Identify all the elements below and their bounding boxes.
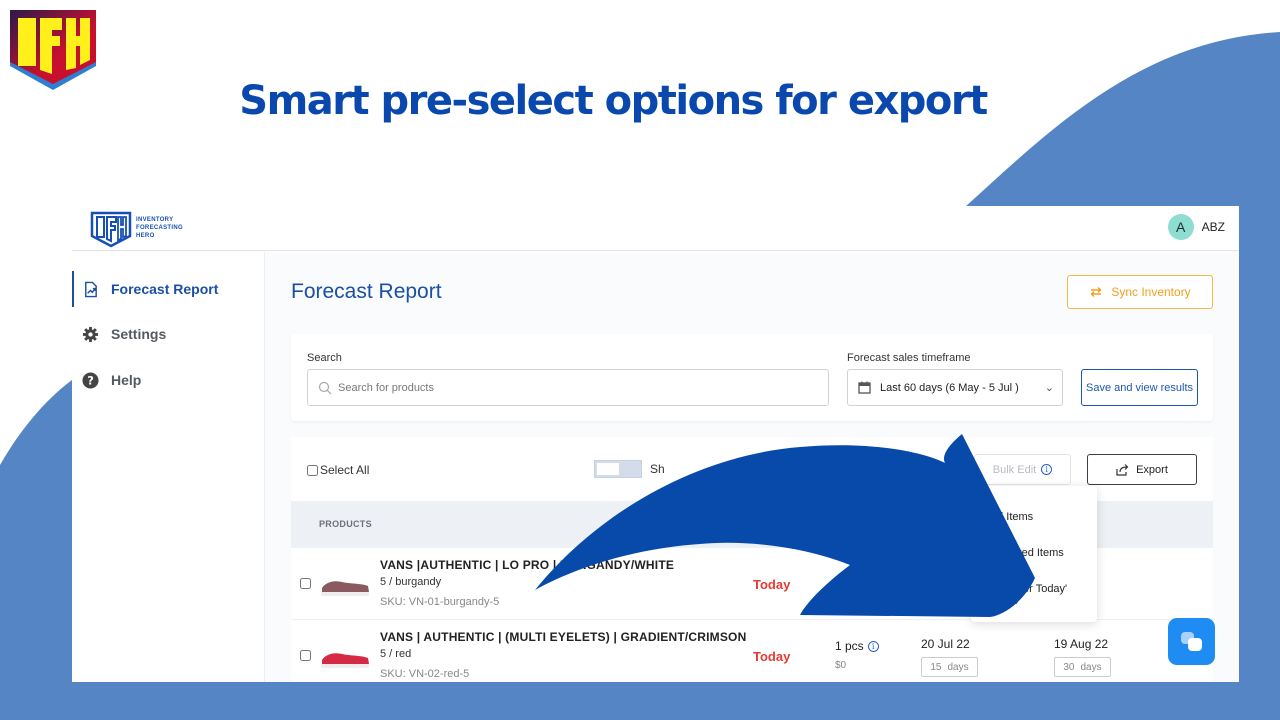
coverage-days-input[interactable]: 30 days: [1054, 657, 1111, 677]
header-reorder-deadline[interactable]: REORDER DEADLINE ↑: [753, 509, 810, 539]
header-products[interactable]: PRODUCTS: [319, 517, 372, 532]
row-checkbox[interactable]: [300, 578, 311, 589]
timeframe-select[interactable]: Last 60 days (6 May - 5 Jul ) ⌄: [847, 369, 1063, 406]
header-reorder-line2: DEADLINE: [753, 526, 802, 536]
product-sku: SKU: VN-01-burgandy-5: [380, 596, 500, 608]
select-all[interactable]: Select All: [307, 463, 369, 477]
product-variant: 5 / burgandy: [380, 576, 442, 588]
row-checkbox[interactable]: [300, 650, 311, 661]
filter-card: Search Forecast sales timeframe Last 60 …: [291, 334, 1213, 421]
toggle-knob: [597, 463, 619, 475]
top-bar: INVENTORY FORECASTING HERO A ABZ: [72, 206, 1239, 251]
app-logo-text: INVENTORY FORECASTING HERO: [136, 216, 183, 240]
sidebar-item-label: Forecast Report: [111, 281, 219, 297]
export-reorder-today-items[interactable]: 'Reorder Today' Items: [991, 583, 1097, 607]
search-label: Search: [307, 352, 342, 364]
days-value: 30: [1063, 661, 1075, 673]
export-button[interactable]: Export: [1087, 454, 1197, 485]
bulk-edit-label: Bulk Edit: [992, 463, 1037, 476]
info-icon[interactable]: i: [1041, 464, 1053, 475]
product-name[interactable]: VANS |AUTHENTIC | LO PRO | BURGANDY/WHIT…: [380, 558, 674, 572]
days-value: 15: [930, 661, 942, 673]
logo-line-1: INVENTORY: [136, 217, 174, 223]
search-input[interactable]: [338, 381, 818, 394]
ifh-outline-logo-icon: [90, 211, 132, 248]
sidebar-item-label: Settings: [111, 326, 167, 342]
reorder-deadline: Today: [753, 577, 791, 592]
background-band-bottom: [0, 682, 1280, 720]
search-icon: [318, 381, 332, 394]
search-field[interactable]: [307, 369, 829, 406]
coverage-date: 19 Aug 22: [1054, 637, 1109, 651]
timeframe-label: Forecast sales timeframe: [847, 352, 971, 364]
table-row: VANS | AUTHENTIC | (MULTI EYELETS) | GRA…: [291, 620, 1213, 682]
quantity-value: 1 pcs: [835, 639, 864, 653]
timeframe-value: Last 60 days (6 May - 5 Jul ): [880, 381, 1019, 394]
export-dropdown-menu: All Items Selected Items 'Reorder Today'…: [971, 486, 1097, 622]
header-reorder-line1: REORDER: [753, 511, 801, 521]
bulk-edit-button[interactable]: Bulk Edit i: [974, 454, 1071, 485]
page-title: Forecast Report: [291, 280, 442, 303]
export-selected-items[interactable]: Selected Items: [991, 547, 1064, 559]
toggle-label: Sh: [650, 462, 665, 476]
chevron-down-icon: ⌄: [1044, 382, 1054, 394]
days-unit: days: [947, 661, 969, 673]
sort-arrow-icon[interactable]: ↑: [804, 525, 810, 537]
help-circle-icon: ?: [82, 371, 99, 389]
reorder-quantity: 1 pcs i: [835, 639, 879, 653]
svg-text:?: ?: [87, 373, 94, 387]
export-share-icon: [1116, 464, 1129, 476]
gear-icon: [82, 326, 99, 342]
user-menu[interactable]: A ABZ: [1167, 214, 1225, 240]
product-variant: 5 / red: [380, 648, 412, 660]
reorder-price: $0: [835, 660, 847, 671]
app-logo[interactable]: INVENTORY FORECASTING HERO: [90, 208, 183, 248]
product-image: [321, 653, 369, 668]
user-name: ABZ: [1201, 220, 1225, 234]
lead-time-date: 20 Jul 22: [921, 637, 970, 651]
sidebar-item-forecast-report[interactable]: Forecast Report: [72, 271, 265, 307]
select-all-label: Select All: [320, 463, 370, 477]
reorder-deadline: Today: [753, 649, 791, 664]
logo-line-3: HERO: [136, 233, 155, 239]
sync-inventory-button[interactable]: Sync Inventory: [1067, 275, 1213, 309]
info-icon[interactable]: i: [867, 640, 879, 652]
logo-line-2: FORECASTING: [136, 225, 183, 231]
background-blob-left: [0, 380, 72, 720]
sidebar-item-label: Help: [111, 372, 142, 388]
product-sku: SKU: VN-02-red-5: [380, 668, 470, 680]
product-image: [321, 581, 369, 596]
sidebar-item-settings[interactable]: Settings: [72, 316, 265, 352]
chart-report-icon: [85, 281, 97, 297]
sync-arrows-icon: [1090, 287, 1102, 297]
lead-time-days-input[interactable]: 15 days: [921, 657, 978, 677]
export-label: Export: [1136, 463, 1168, 476]
chat-widget-button[interactable]: [1168, 618, 1215, 665]
days-unit: days: [1080, 661, 1102, 673]
sidebar: Forecast Report Settings ? Help: [72, 252, 265, 682]
show-toggle[interactable]: [594, 460, 642, 478]
export-all-items[interactable]: All Items: [991, 511, 1033, 523]
calendar-icon: [858, 381, 871, 394]
select-all-checkbox[interactable]: [307, 464, 318, 476]
avatar[interactable]: A: [1167, 214, 1194, 240]
sync-inventory-label: Sync Inventory: [1111, 285, 1191, 299]
sidebar-item-help[interactable]: ? Help: [72, 362, 265, 398]
header-quantity[interactable]: QUANTI: [835, 524, 871, 539]
chat-bubbles-icon: [1180, 631, 1202, 651]
save-and-view-results-button[interactable]: Save and view results: [1081, 369, 1198, 406]
headline: Smart pre-select options for export: [239, 78, 988, 124]
product-name[interactable]: VANS | AUTHENTIC | (MULTI EYELETS) | GRA…: [380, 630, 746, 644]
